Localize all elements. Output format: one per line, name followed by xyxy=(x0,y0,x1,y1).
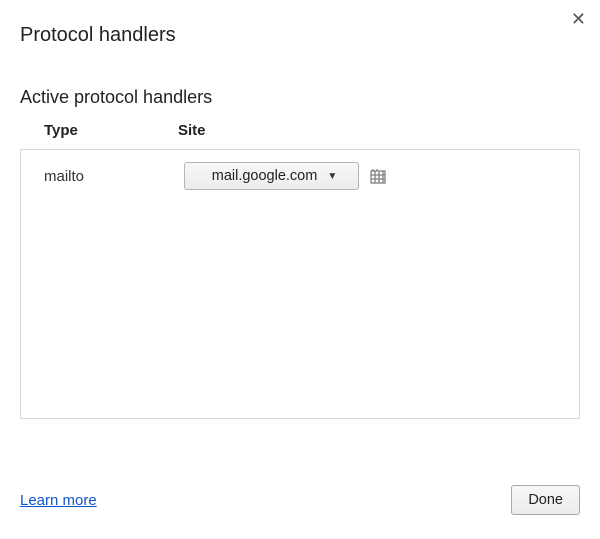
dialog-title: Protocol handlers xyxy=(0,0,600,47)
site-dropdown-label: mail.google.com xyxy=(212,168,318,184)
table-header: Type Site xyxy=(0,108,600,149)
close-button[interactable]: ✕ xyxy=(571,10,586,28)
column-header-type: Type xyxy=(20,122,178,139)
table-row: mailto mail.google.com ▼ xyxy=(26,162,574,190)
site-dropdown[interactable]: mail.google.com ▼ xyxy=(184,162,359,190)
done-button[interactable]: Done xyxy=(511,485,580,515)
close-icon: ✕ xyxy=(571,9,586,29)
handler-type: mailto xyxy=(26,168,184,185)
chevron-down-icon: ▼ xyxy=(327,171,337,182)
section-title: Active protocol handlers xyxy=(0,47,600,108)
column-header-site: Site xyxy=(178,122,580,139)
learn-more-link[interactable]: Learn more xyxy=(20,492,97,509)
manage-handler-icon[interactable] xyxy=(369,167,387,185)
handlers-table: mailto mail.google.com ▼ xyxy=(20,149,580,419)
dialog-footer: Learn more Done xyxy=(20,485,580,515)
